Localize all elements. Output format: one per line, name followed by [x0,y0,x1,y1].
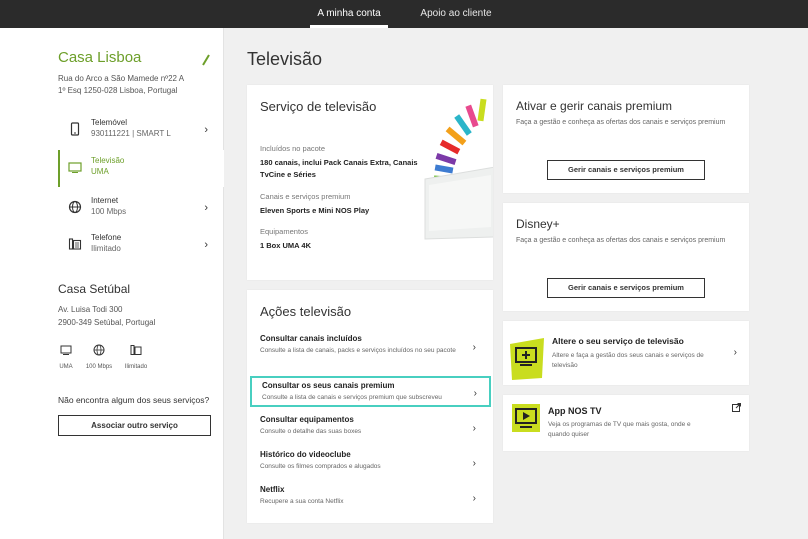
tv-actions-title: Ações televisão [260,304,352,319]
chevron-right-icon: › [204,202,208,214]
action-subtitle: Consulte a lista de canais e serviços pr… [262,394,442,401]
premium-title: Ativar e gerir canais premium [516,99,673,113]
sidebar-item-telemovel-name: Telemóvel [91,118,128,127]
house-title-lisboa: Casa Lisboa [58,49,142,66]
action-netflix[interactable]: Netflix Recupere a sua conta Netflix › [260,485,490,506]
disney-title: Disney+ [516,217,560,231]
house2-service-internet-label: 100 Mbps [85,364,113,370]
tv-service-title: Serviço de televisão [260,99,377,114]
premium-channels-card: Ativar e gerir canais premium Faça a ges… [503,85,749,193]
change-tv-service-card[interactable]: Altere o seu serviço de televisão Altere… [503,321,749,385]
active-tab-indicator [310,25,388,28]
landline-phone-icon [68,238,82,250]
phone-icon [70,122,80,136]
tab-customer-support-label: Apoio ao cliente [420,8,492,19]
tv-change-icon [510,338,544,380]
premium-label: Canais e serviços premium [260,192,351,201]
action-title: Consultar os seus canais premium [262,381,395,390]
top-navigation-bar: A minha conta Apoio ao cliente [0,0,808,28]
chevron-right-icon: › [472,493,476,504]
sidebar-item-telefone[interactable]: Telefone Ilimitado › [58,227,224,264]
chevron-right-icon: › [472,458,476,469]
tv-actions-card: Ações televisão Consultar canais incluíd… [247,290,493,523]
sidebar-item-televisao-detail: UMA [91,167,109,176]
chevron-right-icon: › [473,388,477,399]
sidebar-item-televisao-name: Televisão [91,156,125,165]
house2-service-telefone[interactable]: Ilimitado [122,343,150,370]
sidebar-item-televisao[interactable]: Televisão UMA [58,150,224,187]
external-link-icon[interactable] [732,403,741,412]
house2-address-line1: Av. Luisa Todi 300 [58,305,123,314]
tv-icon [60,345,72,355]
action-historico-videoclube[interactable]: Histórico do videoclube Consulte os film… [260,450,490,471]
chevron-right-icon: › [472,342,476,353]
equipment-label: Equipamentos [260,227,308,236]
house-title-setubal[interactable]: Casa Setúbal [58,282,130,296]
page-title: Televisão [247,49,323,69]
sidebar-item-telefone-detail: Ilimitado [91,244,121,253]
sidebar-item-internet[interactable]: Internet 100 Mbps › [58,190,224,227]
house2-service-telefone-label: Ilimitado [124,364,148,370]
tv-play-icon [512,404,540,432]
house2-service-tv-label: UMA [59,364,73,370]
action-title: Consultar equipamentos [260,415,354,424]
house2-services: UMA 100 Mbps Ilimitado [58,343,168,371]
landline-phone-icon [130,345,142,355]
equipment-value: 1 Box UMA 4K [260,241,311,250]
house2-service-tv[interactable]: UMA [58,343,74,370]
tab-my-account-label: A minha conta [317,8,381,19]
house2-service-internet[interactable]: 100 Mbps [84,343,114,370]
sidebar-item-telemovel[interactable]: Telemóvel 930111221 | SMART L › [58,112,224,149]
sidebar-item-internet-name: Internet [91,196,119,205]
active-item-indicator [58,150,60,187]
action-subtitle: Consulte os filmes comprados e alugados [260,463,381,470]
missing-services-text: Não encontra algum dos seus serviços? [58,395,210,405]
manage-disney-button[interactable]: Gerir canais e serviços premium [547,278,705,298]
chevron-right-icon: › [204,124,208,136]
tv-illustration [424,98,493,240]
globe-icon [93,344,105,356]
tv-service-card: Serviço de televisão Incluídos no pacote… [247,85,493,280]
premium-value: Eleven Sports e Mini NOS Play [260,206,370,215]
action-title: Consultar canais incluídos [260,334,362,343]
action-title: Histórico do videoclube [260,450,351,459]
action-subtitle: Consulte a lista de canais, packs e serv… [260,347,456,354]
chevron-right-icon: › [472,423,476,434]
action-consultar-canais-premium[interactable]: Consultar os seus canais premium Consult… [250,376,491,407]
tab-customer-support[interactable]: Apoio ao cliente [411,0,501,28]
globe-icon [68,200,82,214]
disney-card: Disney+ Faça a gestão e conheça as ofert… [503,203,749,311]
manage-premium-button[interactable]: Gerir canais e serviços premium [547,160,705,180]
action-subtitle: Consulte o detalhe das suas boxes [260,428,362,435]
tab-my-account[interactable]: A minha conta [310,0,388,28]
app-subtitle: Veja os programas de TV que mais gosta, … [548,421,691,438]
edit-pencil-icon[interactable] [202,54,210,66]
house2-address-line2: 2900-349 Setúbal, Portugal [58,318,156,327]
action-subtitle: Recupere a sua conta Netflix [260,498,344,505]
included-value: 180 canais, inclui Pack Canais Extra, Ca… [260,158,418,179]
included-label: Incluídos no pacote [260,144,326,153]
house-address-line1: Rua do Arco a São Mamede nº22 A [58,74,185,83]
action-title: Netflix [260,485,285,494]
action-consultar-equipamentos[interactable]: Consultar equipamentos Consulte o detalh… [260,415,490,436]
change-service-title: Altere o seu serviço de televisão [552,336,684,346]
change-service-subtitle: Altere e faça a gestão dos seus canais e… [552,352,704,369]
app-nos-tv-card[interactable]: App NOS TV Veja os programas de TV que m… [503,395,749,451]
chevron-right-icon: › [733,347,737,358]
sidebar-item-telefone-name: Telefone [91,233,122,242]
sidebar-item-telemovel-detail: 930111221 | SMART L [91,129,171,138]
associate-service-button[interactable]: Associar outro serviço [58,415,211,436]
house-address-line2: 1º Esq 1250-028 Lisboa, Portugal [58,86,178,95]
disney-subtitle: Faça a gestão e conheça as ofertas dos c… [516,237,726,244]
chevron-right-icon: › [204,239,208,251]
premium-subtitle: Faça a gestão e conheça as ofertas dos c… [516,119,726,126]
action-consultar-canais-incluidos[interactable]: Consultar canais incluídos Consulte a li… [260,334,490,355]
app-title: App NOS TV [548,406,602,416]
sidebar-item-internet-detail: 100 Mbps [91,207,127,216]
tv-icon [68,162,82,173]
